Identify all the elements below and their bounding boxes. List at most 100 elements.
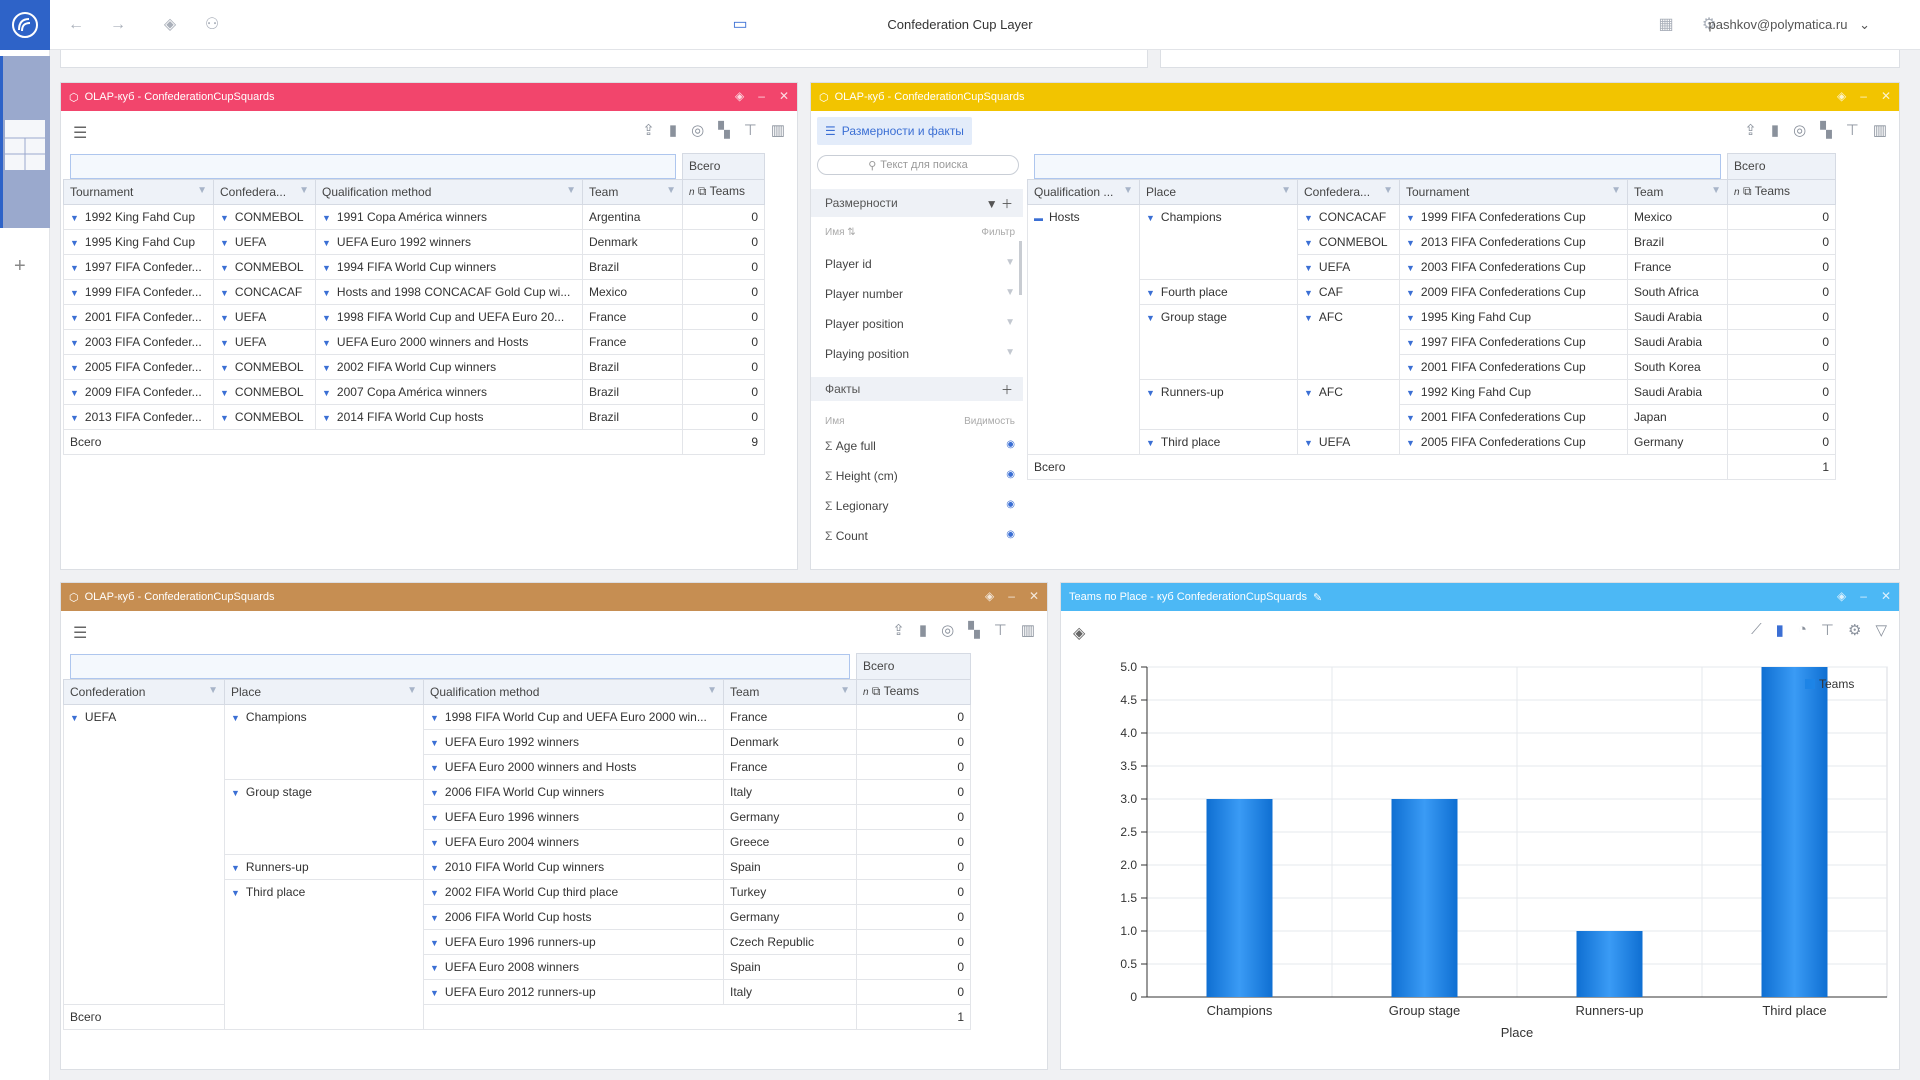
expand-icon[interactable]: ▼ <box>1146 388 1155 398</box>
expand-icon[interactable]: ▼ <box>1304 263 1313 273</box>
expand-icon[interactable]: ▼ <box>322 413 331 423</box>
expand-icon[interactable]: ▼ <box>322 288 331 298</box>
expand-icon[interactable]: ▼ <box>322 313 331 323</box>
column-drop-zone[interactable] <box>69 653 850 679</box>
expand-icon[interactable]: ▼ <box>1146 438 1155 448</box>
expand-icon[interactable]: ▼ <box>1146 213 1155 223</box>
filter-icon[interactable]: ▼ <box>707 685 717 696</box>
export-icon[interactable]: ⇪ <box>1744 121 1757 139</box>
cube-icon[interactable]: ◈ <box>160 15 180 35</box>
close-icon[interactable]: ✕ <box>1881 89 1891 103</box>
expand-icon[interactable]: ▼ <box>220 413 229 423</box>
expand-icon[interactable]: ▼ <box>70 313 79 323</box>
table-row[interactable]: ▼ 2009 FIFA Confeder... ▼ CONMEBOL ▼ 2007 Cop… <box>63 378 765 405</box>
expand-icon[interactable]: ▼ <box>1146 288 1155 298</box>
expand-icon[interactable]: ▼ <box>1406 388 1415 398</box>
minimize-icon[interactable]: – <box>758 89 765 103</box>
expand-icon[interactable]: ▼ <box>430 938 439 948</box>
compass-icon[interactable]: ◎ <box>1793 121 1806 139</box>
gear-icon[interactable]: ⚙ <box>1848 621 1861 639</box>
menu-icon[interactable]: ☰ <box>73 123 87 143</box>
table-row[interactable]: ▼ 2005 FIFA Confeder... ▼ CONMEBOL ▼ 2002 FIF… <box>63 353 765 380</box>
expand-icon[interactable]: ▼ <box>1406 263 1415 273</box>
expand-icon[interactable]: ▼ <box>1304 388 1313 398</box>
bar[interactable] <box>1576 931 1643 997</box>
expand-icon[interactable]: ▼ <box>1304 313 1313 323</box>
hierarchy-icon[interactable]: ⊤ <box>744 121 757 139</box>
dimension-item[interactable]: Playing position ▼ <box>825 347 1015 361</box>
pie-chart-icon[interactable]: ◔ <box>1798 621 1807 639</box>
confederation-header[interactable]: Confedera... ▼ <box>213 178 316 205</box>
filter-icon[interactable]: ▼ <box>197 185 207 196</box>
expand-icon[interactable]: ▼ <box>231 888 240 898</box>
filter-icon[interactable]: ▼ <box>1281 185 1291 196</box>
tournament-header[interactable]: Tournament ▼ <box>63 178 214 205</box>
expand-icon[interactable]: ▼ <box>430 713 439 723</box>
minimize-icon[interactable]: – <box>1860 89 1867 103</box>
filter-icon[interactable]: ▼ <box>1611 185 1621 196</box>
expand-icon[interactable]: ▼ <box>430 738 439 748</box>
filter-icon[interactable]: ▼ <box>666 185 676 196</box>
facts-section-header[interactable]: Факты ＋ <box>811 377 1023 401</box>
expand-icon[interactable]: ▼ <box>220 388 229 398</box>
expand-icon[interactable]: ▼ <box>1406 413 1415 423</box>
columns-icon[interactable]: ▥ <box>1021 621 1035 639</box>
expand-icon[interactable]: ▼ <box>220 263 229 273</box>
close-icon[interactable]: ✕ <box>1029 589 1039 603</box>
bar[interactable] <box>1206 799 1273 997</box>
expand-icon[interactable]: ▼ <box>70 413 79 423</box>
search-input[interactable]: ⚲ Текст для поиска <box>817 155 1019 175</box>
team-header[interactable]: Team ▼ <box>582 178 683 205</box>
table-row[interactable]: ▼ UEFA ▼ Champions ▼ 1998 FIFA World Cup and … <box>63 703 971 1005</box>
minimize-icon[interactable]: – <box>1008 589 1015 603</box>
filter-icon[interactable]: ▼ <box>1711 185 1721 196</box>
axis-icon[interactable]: ⊤ <box>1821 621 1834 639</box>
table-row[interactable]: ▼ Fourth place ▼ CAF ▼ 2009 FIFA Confederatio… <box>1028 278 1837 305</box>
dimension-item[interactable]: Player number ▼ <box>825 287 1015 301</box>
expand-icon[interactable]: ▼ <box>1304 238 1313 248</box>
layers-icon[interactable]: ◈ <box>1837 589 1846 603</box>
confederation-header[interactable]: Confederation ▼ <box>63 678 225 705</box>
layers-icon[interactable]: ◈ <box>735 89 744 103</box>
expand-icon[interactable]: ▼ <box>70 238 79 248</box>
layers-icon[interactable]: ◈ <box>1837 89 1846 103</box>
table-row[interactable]: ▼ Runners-up ▼ AFC ▼ 1992 King Fahd Cup Saudi … <box>1028 378 1837 430</box>
export-icon[interactable]: ⇪ <box>892 621 905 639</box>
expand-icon[interactable]: ▼ <box>70 363 79 373</box>
panel-4-header[interactable]: Teams по Place - куб ConfederationCupSqu… <box>1061 583 1899 611</box>
expand-icon[interactable]: ▼ <box>430 888 439 898</box>
users-icon[interactable]: ⚇ <box>202 15 222 35</box>
eye-icon[interactable]: ◉ <box>1006 469 1015 480</box>
filter-icon[interactable]: ▼ <box>1005 287 1015 298</box>
expand-icon[interactable]: ▼ <box>70 388 79 398</box>
panel-1-header[interactable]: ⬡ OLAP-куб - ConfederationCupSquards ◈ – ✕ <box>61 83 797 111</box>
column-drop-zone[interactable] <box>1033 153 1722 179</box>
expand-icon[interactable]: ▼ <box>1406 338 1415 348</box>
user-menu[interactable]: pashkov@polymatica.ru ⌄ <box>1709 17 1870 33</box>
expand-icon[interactable]: ▼ <box>70 338 79 348</box>
expand-icon[interactable]: ▼ <box>430 963 439 973</box>
expand-icon[interactable]: ▼ <box>322 213 331 223</box>
expand-icon[interactable]: ▼ <box>220 313 229 323</box>
expand-icon[interactable]: ▼ <box>70 213 79 223</box>
eye-icon[interactable]: ◉ <box>1006 439 1015 450</box>
expand-icon[interactable]: ▼ <box>430 863 439 873</box>
group-icon[interactable]: ▚ <box>968 621 980 639</box>
bar-chart-icon[interactable]: ▮ <box>1776 621 1784 639</box>
team-header[interactable]: Team ▼ <box>723 678 857 705</box>
column-drop-zone[interactable] <box>69 153 676 179</box>
expand-icon[interactable]: ▼ <box>220 338 229 348</box>
expand-icon[interactable]: ▼ <box>1146 313 1155 323</box>
expand-icon[interactable]: ▼ <box>220 363 229 373</box>
group-icon[interactable]: ▚ <box>718 121 730 139</box>
qualification-header[interactable]: Qualification method ▼ <box>315 178 583 205</box>
table-row[interactable]: ▼ Group stage ▼ AFC ▼ 1995 King Fahd Cup Saudi… <box>1028 303 1837 380</box>
expand-icon[interactable]: ▼ <box>220 288 229 298</box>
expand-icon[interactable]: ▼ <box>430 813 439 823</box>
filter-icon[interactable]: ▼ <box>299 185 309 196</box>
table-row[interactable]: ▼ 2003 FIFA Confeder... ▼ UEFA ▼ UEFA Euro 20… <box>63 328 765 355</box>
filter-icon[interactable]: ▼ <box>1005 257 1015 268</box>
filter-add-icon[interactable]: ▼ ＋ <box>986 195 1013 212</box>
collapse-icon[interactable]: ▬ <box>1034 213 1043 223</box>
place-header[interactable]: Place ▼ <box>1139 178 1298 205</box>
